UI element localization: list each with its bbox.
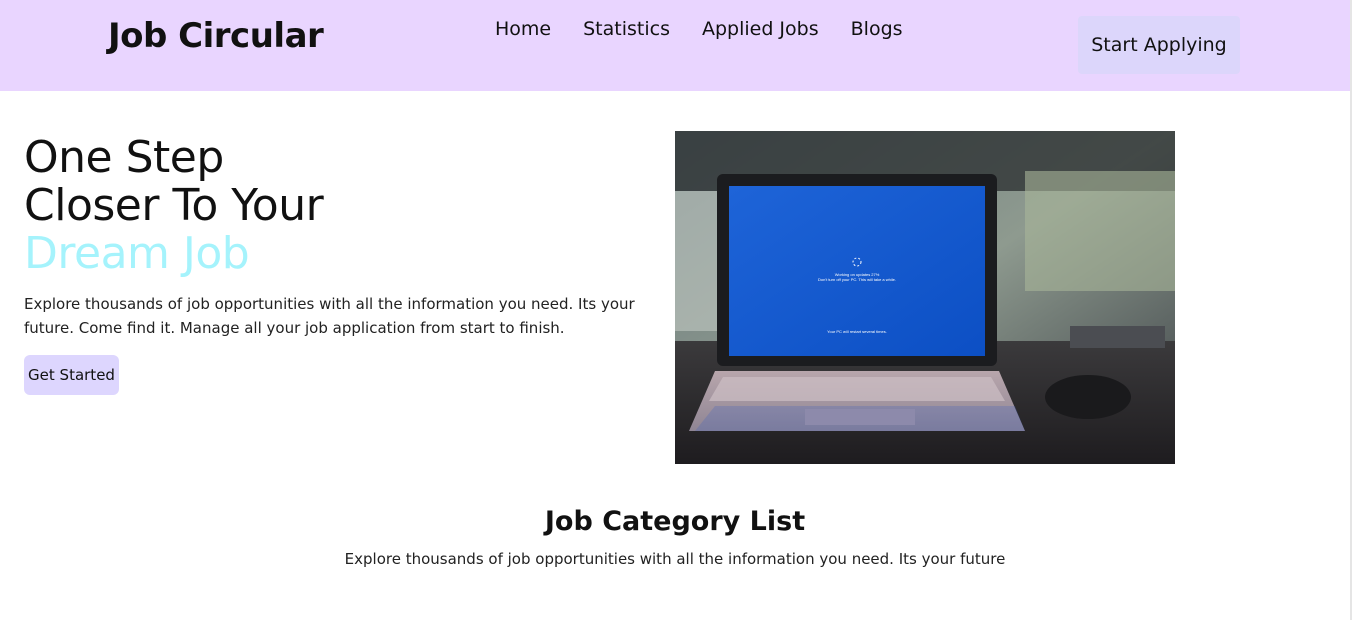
hero-heading-accent: Dream Job [24,228,250,279]
category-section-subtitle: Explore thousands of job opportunities w… [344,550,1006,568]
get-started-button[interactable]: Get Started [24,355,119,395]
hero-heading-line-2: Closer To Your [24,180,324,231]
start-applying-button[interactable]: Start Applying [1078,16,1240,74]
nav-home-link[interactable]: Home [495,18,551,40]
hero-description: Explore thousands of job opportunities w… [24,295,635,337]
hero-heading: One Step Closer To Your Dream Job [24,132,324,279]
main-nav: Home Statistics Applied Jobs Blogs [495,18,903,40]
nav-applied-jobs-link[interactable]: Applied Jobs [702,18,819,40]
nav-blogs-link[interactable]: Blogs [851,18,903,40]
brand-logo-text[interactable]: Job Circular [108,16,324,56]
top-navbar: Job Circular Home Statistics Applied Job… [0,0,1350,91]
nav-statistics-link[interactable]: Statistics [583,18,670,40]
svg-text:Don't turn off your PC. This w: Don't turn off your PC. This will take a… [818,277,896,282]
svg-text:Your PC will restart several t: Your PC will restart several times. [827,329,887,334]
hero-heading-line-1: One Step [24,132,224,183]
category-section-title: Job Category List [544,506,806,537]
hero-laptop-image: Working on updates 27% Don't turn off yo… [675,131,1175,464]
